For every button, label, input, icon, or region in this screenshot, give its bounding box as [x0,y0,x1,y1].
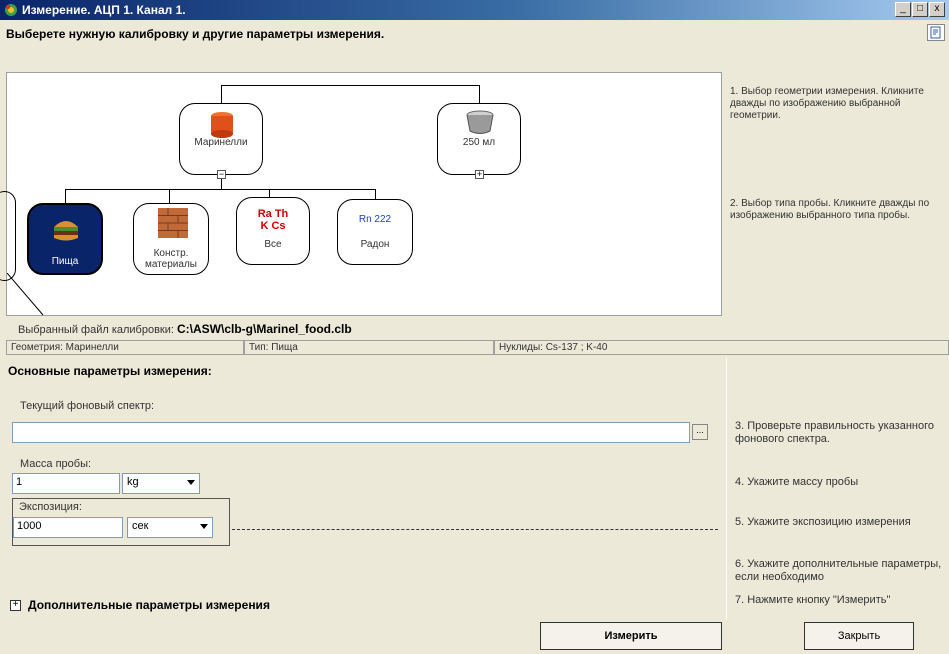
tree-connector [221,85,222,103]
calibration-file-line: Выбранный файл калибровки: C:\ASW\clb-g\… [18,322,352,336]
close-window-button[interactable]: x [929,2,945,17]
geometry-field: Геометрия: Маринелли [6,340,244,355]
sample-node-food[interactable]: Пища [27,203,103,275]
measure-button[interactable]: Измерить [540,622,722,650]
expand-extra-params-button[interactable]: + [10,600,21,611]
calibration-info: Выбранный файл калибровки: C:\ASW\clb-g\… [0,318,949,355]
chevron-down-icon [187,480,195,485]
expand-toggle[interactable]: + [475,170,484,179]
hint-measure: 7. Нажмите кнопку "Измерить" [735,594,891,606]
exposure-input[interactable]: 1000 [13,517,123,538]
chevron-down-icon [200,524,208,529]
sample-label: Все [264,239,282,250]
minimize-button[interactable]: _ [895,2,911,17]
instruction-text: Выберете нужную калибровку и другие пара… [6,27,385,41]
close-button[interactable]: Закрыть [804,622,914,650]
nuclides-field: Нуклиды: Cs-137 ; K-40 [494,340,949,355]
red-marinelli-icon [211,112,233,138]
geometry-node-marinelli[interactable]: Маринелли [179,103,263,175]
exposure-group: Экспозиция: 1000 сек [12,498,230,546]
geometry-node-250ml[interactable]: 250 мл [437,103,521,175]
background-spectrum-input[interactable] [12,422,690,443]
type-field: Тип: Пища [244,340,494,355]
brick-wall-icon [158,208,188,238]
calibration-tree: Маринелли − 250 мл + Пища Констр. матери… [0,72,722,316]
header: Выберете нужную калибровку и другие пара… [0,20,949,72]
gray-container-icon [466,110,494,134]
collapse-toggle[interactable]: − [217,170,226,179]
pointer-line [7,273,44,316]
window-title: Измерение. АЦП 1. Канал 1. [22,3,186,17]
sample-node-construction[interactable]: Констр. материалы [133,203,209,275]
button-bar: Измерить Закрыть [0,620,949,654]
main-parameters: Основные параметры измерения: Текущий фо… [0,358,726,620]
hint-sample-type: 2. Выбор типа пробы. Кликните дважды по … [730,198,930,221]
hint-background: 3. Проверьте правильность указанного фон… [735,420,934,445]
nuclides-top: Ra Th [257,208,289,220]
measurement-window: Измерение. АЦП 1. Канал 1. _ □ x Выберет… [0,0,949,654]
tree-connector [479,85,480,103]
tree-connector [221,85,479,86]
exposure-label: Экспозиция: [19,501,82,513]
tree-connector [65,189,66,203]
hints-panel-top: 1. Выбор геометрии измерения. Кликните д… [726,72,949,316]
mass-unit-value: kg [127,476,139,488]
browse-button[interactable]: ... [692,424,708,440]
app-icon [5,4,17,16]
sample-node-radon[interactable]: Rn 222 Радон [337,199,413,265]
exposure-unit-select[interactable]: сек [127,517,213,538]
title-bar[interactable]: Измерение. АЦП 1. Канал 1. _ □ x [0,0,949,20]
hint-geometry: 1. Выбор геометрии измерения. Кликните д… [730,86,924,121]
nuclides-icon: Ra Th K Cs [237,208,309,232]
maximize-button[interactable]: □ [912,2,928,17]
extra-params-label[interactable]: Дополнительные параметры измерения [28,598,270,612]
burger-icon [54,221,78,241]
sample-node-all[interactable]: Ra Th K Cs Все [236,197,310,265]
help-button[interactable] [927,24,945,41]
mass-input[interactable]: 1 [12,473,120,494]
mass-label: Масса пробы: [20,458,92,470]
radon-icon: Rn 222 [358,214,392,225]
calibration-file-label: Выбранный файл калибровки: [18,324,174,336]
hint-mass: 4. Укажите массу пробы [735,476,859,488]
offscreen-node [0,191,16,281]
hint-extra: 6. Укажите дополнительные параметры, есл… [735,558,942,583]
background-spectrum-label: Текущий фоновый спектр: [20,400,155,412]
geometry-label: 250 мл [462,137,496,148]
nuclides-bottom: K Cs [260,220,286,232]
hints-panel-main: 3. Проверьте правильность указанного фон… [726,358,949,620]
section-title: Основные параметры измерения: [8,364,212,378]
geometry-label: Маринелли [194,137,248,148]
sample-label: Констр. материалы [145,248,197,270]
exposure-guide-line [232,529,718,530]
sample-label: Пища [51,256,79,267]
hint-exposure: 5. Укажите экспозицию измерения [735,516,911,528]
tree-connector [169,189,170,203]
mass-unit-select[interactable]: kg [122,473,200,494]
sample-label: Радон [360,239,390,250]
calibration-file-path: C:\ASW\clb-g\Marinel_food.clb [177,322,352,336]
help-icon [930,26,941,39]
exposure-unit-value: сек [132,520,149,532]
tree-connector [65,189,375,190]
